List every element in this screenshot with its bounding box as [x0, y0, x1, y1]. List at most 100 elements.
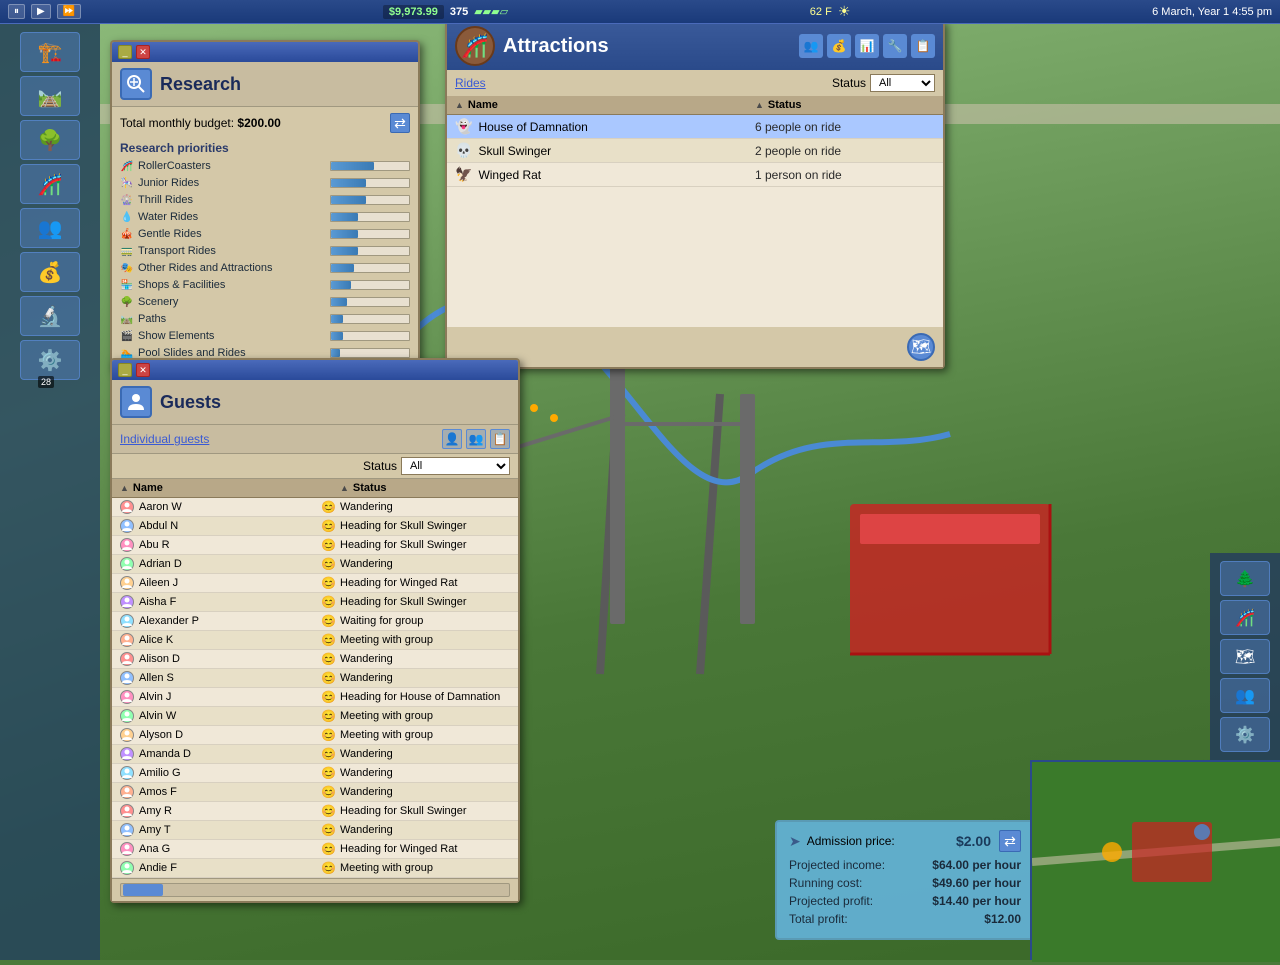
- total-profit-row: Total profit: $12.00: [789, 912, 1021, 926]
- guest-row-18[interactable]: Ana G 😊 Heading for Winged Rat: [112, 840, 518, 859]
- guest-row-4[interactable]: Aileen J 😊 Heading for Winged Rat: [112, 574, 518, 593]
- attractions-icon-btn-5[interactable]: 📋: [911, 34, 935, 58]
- rides-tab[interactable]: Rides: [455, 76, 486, 90]
- guest-icon-btn-2[interactable]: 👥: [466, 429, 486, 449]
- guest-row-11[interactable]: Alvin W 😊 Meeting with group: [112, 707, 518, 726]
- attraction-row-1[interactable]: 👻 House of Damnation 6 people on ride: [447, 115, 943, 139]
- attraction-row-3[interactable]: 🦅 Winged Rat 1 person on ride: [447, 163, 943, 187]
- research-bar-fill-11: [331, 349, 340, 357]
- research-item-8[interactable]: 🌳 Scenery: [120, 295, 410, 309]
- research-item-5[interactable]: 🚃 Transport Rides: [120, 244, 410, 258]
- bottom-toolbar-btn-4[interactable]: 👥: [1220, 678, 1270, 713]
- guest-row-2[interactable]: Abu R 😊 Heading for Skull Swinger: [112, 536, 518, 555]
- attractions-icon-btn-1[interactable]: 👥: [799, 34, 823, 58]
- guest-row-3[interactable]: Adrian D 😊 Wandering: [112, 555, 518, 574]
- guests-button[interactable]: 👥: [20, 208, 80, 248]
- path-button[interactable]: 🛤️: [20, 76, 80, 116]
- research-item-10[interactable]: 🎬 Show Elements: [120, 329, 410, 343]
- guest-status-icon-8: 😊: [321, 652, 336, 666]
- research-item-name-0: RollerCoasters: [138, 160, 330, 172]
- research-item-0[interactable]: 🎢 RollerCoasters: [120, 159, 410, 173]
- budget-adjust-button[interactable]: ⇄: [390, 113, 410, 133]
- build-button[interactable]: 🏗️: [20, 32, 80, 72]
- minimap-svg: [1032, 762, 1280, 962]
- bottom-toolbar-btn-5[interactable]: ⚙️: [1220, 717, 1270, 752]
- scenery-button[interactable]: 🌳: [20, 120, 80, 160]
- research-item-3[interactable]: 💧 Water Rides: [120, 210, 410, 224]
- minimap[interactable]: [1030, 760, 1280, 960]
- price-adjust-button[interactable]: ⇄: [999, 830, 1021, 852]
- attractions-toolbar-icons: 👥 💰 📊 🔧 📋: [799, 34, 935, 58]
- guest-status-1: Heading for Skull Swinger: [340, 520, 510, 532]
- research-item-icon-3: 💧: [120, 210, 134, 224]
- bottom-toolbar-btn-2[interactable]: 🎢: [1220, 600, 1270, 635]
- guest-row-12[interactable]: Alyson D 😊 Meeting with group: [112, 726, 518, 745]
- status-filter-dropdown[interactable]: All Open Closed: [870, 74, 935, 92]
- finances-button[interactable]: 💰: [20, 252, 80, 292]
- settings-button[interactable]: ⚙️: [20, 340, 80, 380]
- guest-row-13[interactable]: Amanda D 😊 Wandering: [112, 745, 518, 764]
- attractions-status-col-header[interactable]: ▲ Status: [755, 99, 935, 111]
- research-close-button[interactable]: ✕: [136, 45, 150, 59]
- guests-status-filter-dropdown[interactable]: All Wandering Heading for ride: [401, 457, 510, 475]
- attractions-nav-button[interactable]: 🗺: [907, 333, 935, 361]
- guests-panel: _ ✕ Guests Individual guests 👤 👥 📋 Statu…: [110, 358, 520, 903]
- guest-icon-btn-1[interactable]: 👤: [442, 429, 462, 449]
- attractions-icon-btn-4[interactable]: 🔧: [883, 34, 907, 58]
- ride-icon-3: 🦅: [455, 166, 472, 183]
- research-minimize-button[interactable]: _: [118, 45, 132, 59]
- projected-profit-value: $14.40 per hour: [932, 894, 1021, 908]
- guest-row-15[interactable]: Amos F 😊 Wandering: [112, 783, 518, 802]
- guest-row-6[interactable]: Alexander P 😊 Waiting for group: [112, 612, 518, 631]
- research-bar-7: [330, 280, 410, 290]
- guests-table-body[interactable]: Aaron W 😊 Wandering Abdul N 😊 Heading fo…: [112, 498, 518, 878]
- guest-row-0[interactable]: Aaron W 😊 Wandering: [112, 498, 518, 517]
- research-item-1[interactable]: 🎠 Junior Rides: [120, 176, 410, 190]
- admission-value: $2.00: [956, 833, 991, 849]
- guest-row-14[interactable]: Amilio G 😊 Wandering: [112, 764, 518, 783]
- guests-close-button[interactable]: ✕: [136, 363, 150, 377]
- research-item-icon-10: 🎬: [120, 329, 134, 343]
- guests-scrollbar-thumb[interactable]: [123, 884, 163, 896]
- research-item-2[interactable]: 🎡 Thrill Rides: [120, 193, 410, 207]
- rides-button[interactable]: 🎢: [20, 164, 80, 204]
- bottom-toolbar-btn-1[interactable]: 🌲: [1220, 561, 1270, 596]
- guests-scrollbar-track[interactable]: [120, 883, 510, 897]
- guest-icon-btn-3[interactable]: 📋: [490, 429, 510, 449]
- guests-icon: [120, 386, 152, 418]
- guest-row-5[interactable]: Aisha F 😊 Heading for Skull Swinger: [112, 593, 518, 612]
- guest-avatar-16: [120, 804, 134, 818]
- research-bar-4: [330, 229, 410, 239]
- guests-status-col-header[interactable]: ▲ Status: [340, 482, 510, 494]
- attraction-row-2[interactable]: 💀 Skull Swinger 2 people on ride: [447, 139, 943, 163]
- guests-minimize-button[interactable]: _: [118, 363, 132, 377]
- research-item-icon-9: 🛤️: [120, 312, 134, 326]
- running-cost-row: Running cost: $49.60 per hour: [789, 876, 1021, 890]
- guest-row-1[interactable]: Abdul N 😊 Heading for Skull Swinger: [112, 517, 518, 536]
- guest-name-9: Allen S: [139, 672, 321, 684]
- guest-row-16[interactable]: Amy R 😊 Heading for Skull Swinger: [112, 802, 518, 821]
- guest-status-icon-0: 😊: [321, 500, 336, 514]
- guest-row-10[interactable]: Alvin J 😊 Heading for House of Damnation: [112, 688, 518, 707]
- fast-forward-button[interactable]: ⏩: [57, 4, 81, 19]
- play-button[interactable]: ▶: [31, 4, 51, 19]
- research-item-4[interactable]: 🎪 Gentle Rides: [120, 227, 410, 241]
- research-item-9[interactable]: 🛤️ Paths: [120, 312, 410, 326]
- guests-subtitle[interactable]: Individual guests: [120, 432, 209, 446]
- guest-row-9[interactable]: Allen S 😊 Wandering: [112, 669, 518, 688]
- attractions-name-col-header[interactable]: ▲ Name: [455, 99, 755, 111]
- bottom-toolbar-btn-3[interactable]: 🗺: [1220, 639, 1270, 674]
- ride-name-3: Winged Rat: [478, 168, 755, 182]
- guest-row-7[interactable]: Alice K 😊 Meeting with group: [112, 631, 518, 650]
- ride-name-1: House of Damnation: [478, 120, 755, 134]
- research-item-7[interactable]: 🏪 Shops & Facilities: [120, 278, 410, 292]
- guests-name-col-header[interactable]: ▲ Name: [120, 482, 340, 494]
- guest-row-17[interactable]: Amy T 😊 Wandering: [112, 821, 518, 840]
- attractions-icon-btn-3[interactable]: 📊: [855, 34, 879, 58]
- research-item-6[interactable]: 🎭 Other Rides and Attractions: [120, 261, 410, 275]
- pause-button[interactable]: ⏸: [8, 4, 25, 19]
- research-btn-side[interactable]: 🔬: [20, 296, 80, 336]
- guest-row-19[interactable]: Andie F 😊 Meeting with group: [112, 859, 518, 878]
- guest-row-8[interactable]: Alison D 😊 Wandering: [112, 650, 518, 669]
- attractions-icon-btn-2[interactable]: 💰: [827, 34, 851, 58]
